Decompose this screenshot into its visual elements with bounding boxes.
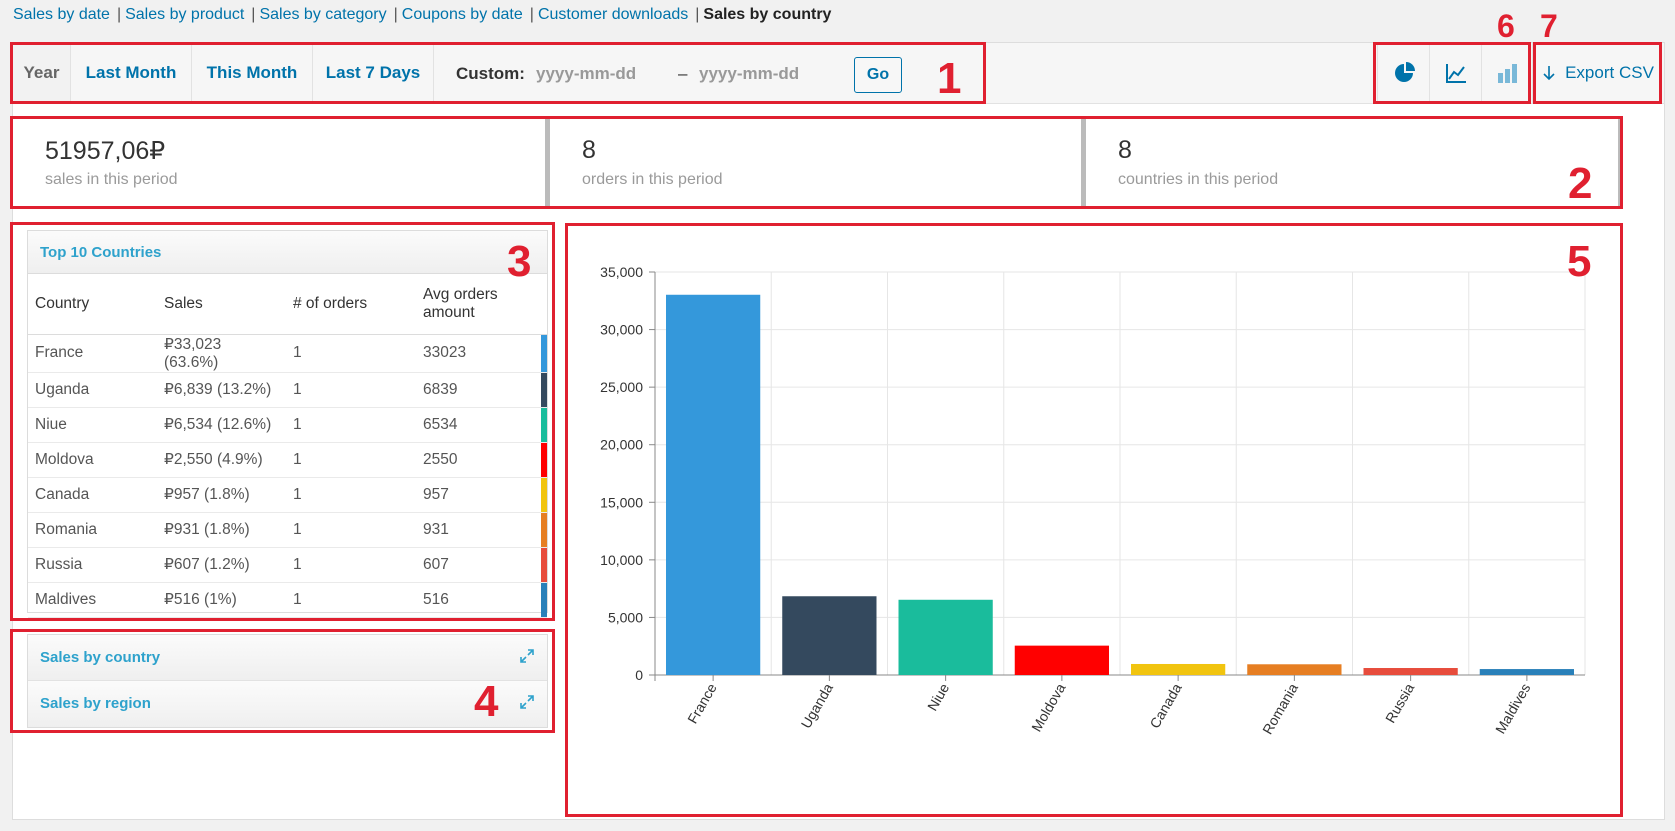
annotation-box-1 [10,42,986,104]
subnav-separator: | [529,6,534,23]
annotation-box-2 [10,116,1623,209]
subnav-separator: | [116,6,122,23]
annotation-box-3 [10,222,555,621]
subnav-separator: | [695,6,700,23]
annotation-label-3: 3 [507,237,532,286]
annotation-box-5 [565,223,1623,817]
annotation-box-7 [1533,42,1662,104]
annotation-label-6: 6 [1497,8,1515,44]
annotation-label-2: 2 [1568,159,1593,208]
subnav-customer-downloads[interactable]: Customer downloads [538,6,688,23]
subnav-separator: | [393,6,398,23]
annotation-label-7: 7 [1540,8,1558,44]
subnav-separator: | [251,6,256,23]
subnav-sales-by-category[interactable]: Sales by category [259,6,386,23]
report-subnav: Sales by date | Sales by product | Sales by … [13,6,831,24]
annotation-label-1: 1 [937,54,962,103]
subnav-current-sales-by-country: Sales by country [703,6,832,23]
subnav-sales-by-date[interactable]: Sales by date [13,6,110,23]
subnav-coupons-by-date[interactable]: Coupons by date [402,6,523,23]
annotation-box-6 [1373,42,1531,104]
annotation-label-5: 5 [1567,237,1592,286]
annotation-label-4: 4 [474,677,499,726]
subnav-sales-by-product[interactable]: Sales by product [125,6,244,23]
